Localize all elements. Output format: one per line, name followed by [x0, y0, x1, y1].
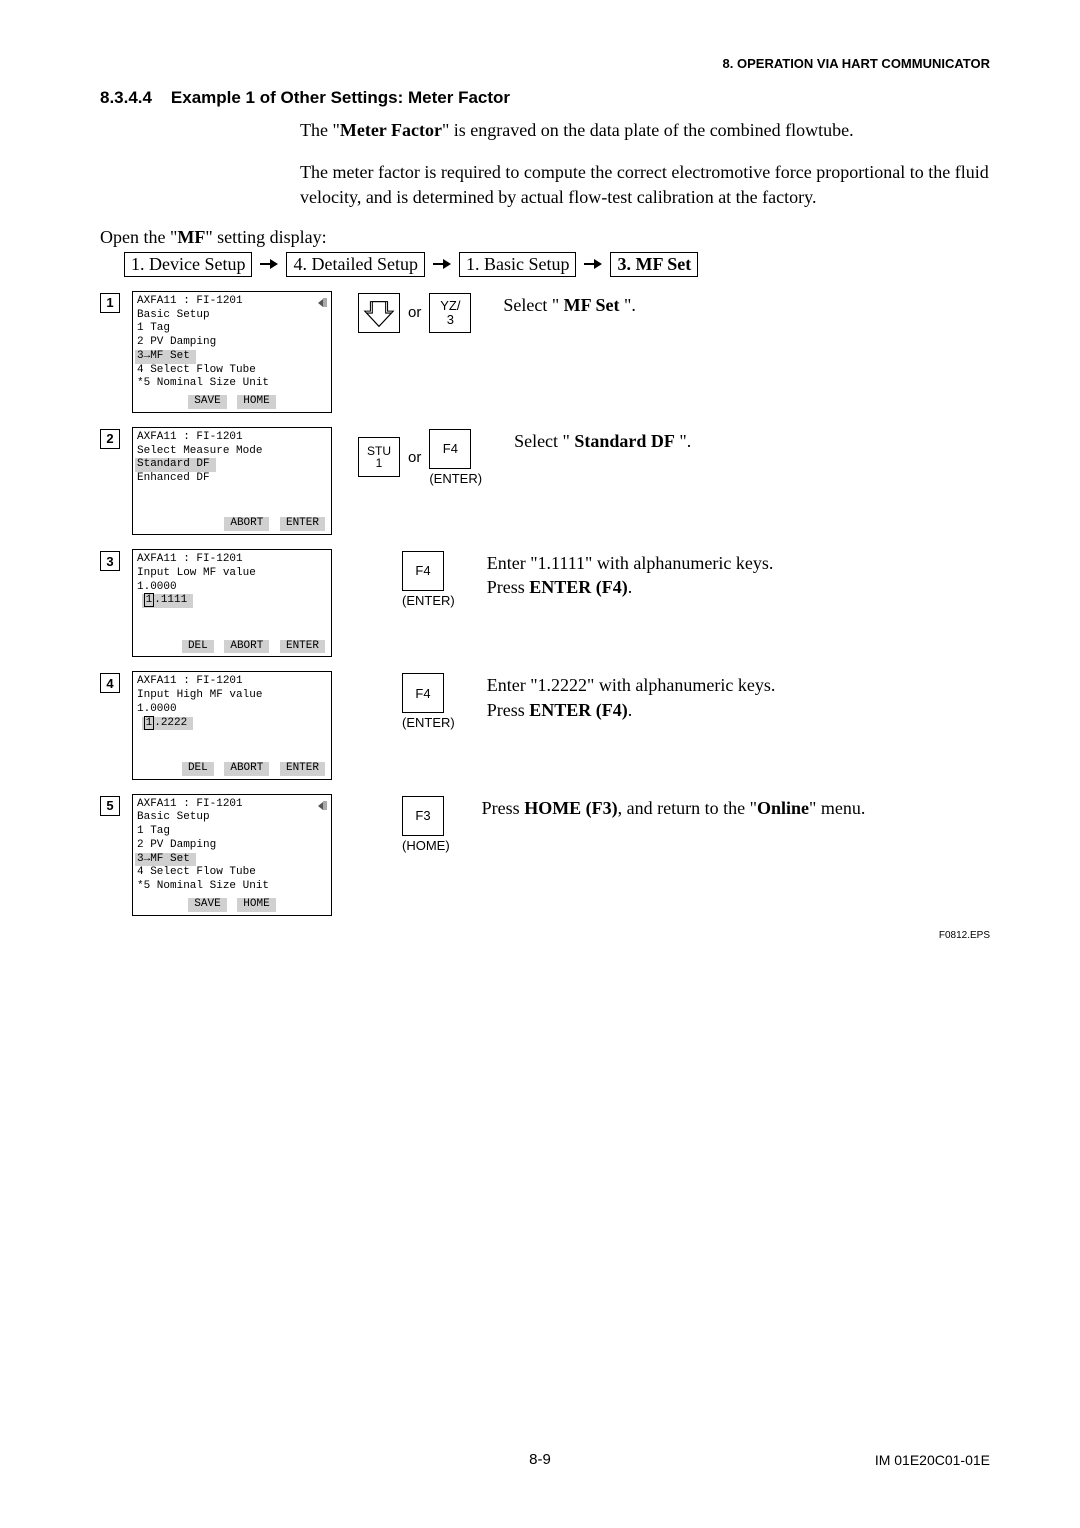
scroll-indicator-icon: [318, 799, 328, 811]
scroll-indicator-icon: [318, 296, 328, 308]
step-desc: Select " Standard DF ".: [514, 429, 691, 453]
hart-screen: AXFA11 : FI-1201 Input Low MF value 1.00…: [132, 549, 332, 657]
key-f4: F4: [402, 551, 444, 591]
key-sublabel: (ENTER): [402, 715, 455, 730]
key-actions: F4 (ENTER): [402, 673, 455, 730]
step-row-4: 4 AXFA11 : FI-1201 Input High MF value 1…: [100, 671, 990, 779]
softkey-del: DEL: [182, 640, 214, 654]
step-desc: Enter "1.1111" with alphanumeric keys. P…: [487, 551, 774, 600]
step-desc: Select " MF Set ".: [503, 293, 636, 317]
key-f4: F4: [402, 673, 444, 713]
input-value: 1.2222: [142, 717, 194, 731]
step-number: 5: [100, 796, 120, 816]
chapter-header: 8. OPERATION VIA HART COMMUNICATOR: [723, 56, 990, 71]
softkey-row: DEL ABORT ENTER: [137, 762, 327, 776]
para-1: The "Meter Factor" is engraved on the da…: [300, 118, 990, 142]
softkey-save: SAVE: [188, 395, 226, 409]
key-stu1: STU 1: [358, 437, 400, 477]
step-row-5: 5 AXFA11 : FI-1201 Basic Setup 1 Tag 2 P…: [100, 794, 990, 916]
softkey-save: SAVE: [188, 898, 226, 912]
softkey-home: HOME: [237, 898, 275, 912]
key-actions: STU 1 or F4 (ENTER): [358, 429, 482, 486]
softkey-enter: ENTER: [280, 762, 325, 776]
step-number: 2: [100, 429, 120, 449]
arrow-icon: [584, 259, 602, 269]
bc-basic-setup: 1. Basic Setup: [459, 252, 577, 277]
key-actions: F3 (HOME): [402, 796, 450, 853]
step-row-3: 3 AXFA11 : FI-1201 Input Low MF value 1.…: [100, 549, 990, 657]
arrow-icon: [433, 259, 451, 269]
section-heading: 8.3.4.4 Example 1 of Other Settings: Met…: [100, 88, 990, 108]
key-actions: or YZ/ 3: [358, 293, 471, 333]
key-f4: F4: [429, 429, 471, 469]
key-f3: F3: [402, 796, 444, 836]
arrow-icon: [260, 259, 278, 269]
softkey-enter: ENTER: [280, 517, 325, 531]
step-number: 3: [100, 551, 120, 571]
softkey-del: DEL: [182, 762, 214, 776]
para-2: The meter factor is required to compute …: [300, 160, 990, 209]
or-label: or: [408, 449, 421, 466]
step-row-2: 2 AXFA11 : FI-1201 Select Measure Mode S…: [100, 427, 990, 535]
down-arrow-key-icon: [358, 293, 400, 333]
section-title: Example 1 of Other Settings: Meter Facto…: [171, 88, 510, 107]
key-sublabel: (ENTER): [402, 593, 455, 608]
key-sublabel: (ENTER): [429, 471, 482, 486]
step-desc: Press HOME (F3), and return to the "Onli…: [482, 796, 866, 820]
step-number: 1: [100, 293, 120, 313]
selected-item: Standard DF: [135, 458, 216, 472]
figure-label: F0812.EPS: [939, 930, 990, 941]
softkey-row: DEL ABORT ENTER: [137, 640, 327, 654]
softkey-abort: ABORT: [224, 640, 269, 654]
input-value: 1.1111: [142, 594, 194, 608]
key-actions: F4 (ENTER): [402, 551, 455, 608]
softkey-abort: ABORT: [224, 517, 269, 531]
softkey-home: HOME: [237, 395, 275, 409]
key-sublabel: (HOME): [402, 838, 450, 853]
selected-item: 3→MF Set: [135, 350, 196, 364]
hart-screen: AXFA11 : FI-1201 Basic Setup 1 Tag 2 PV …: [132, 794, 332, 916]
doc-number: IM 01E20C01-01E: [875, 1452, 990, 1468]
softkey-row: SAVE HOME: [137, 395, 327, 409]
softkey-row: ABORT ENTER: [137, 517, 327, 531]
softkey-abort: ABORT: [224, 762, 269, 776]
bc-device-setup: 1. Device Setup: [124, 252, 252, 277]
step-number: 4: [100, 673, 120, 693]
hart-screen: AXFA11 : FI-1201 Input High MF value 1.0…: [132, 671, 332, 779]
step-desc: Enter "1.2222" with alphanumeric keys. P…: [487, 673, 776, 722]
or-label: or: [408, 304, 421, 321]
softkey-row: SAVE HOME: [137, 898, 327, 912]
softkey-enter: ENTER: [280, 640, 325, 654]
section-number: 8.3.4.4: [100, 88, 152, 107]
bc-mf-set: 3. MF Set: [610, 252, 698, 277]
step-row-1: 1 AXFA11 : FI-1201 Basic Setup 1 Tag 2 P…: [100, 291, 990, 413]
hart-screen: AXFA11 : FI-1201 Select Measure Mode Sta…: [132, 427, 332, 535]
breadcrumb: 1. Device Setup 4. Detailed Setup 1. Bas…: [124, 252, 990, 277]
open-display-line: Open the "MF" setting display:: [100, 227, 990, 248]
bc-detailed-setup: 4. Detailed Setup: [286, 252, 424, 277]
selected-item: 3→MF Set: [135, 853, 196, 867]
key-yz3: YZ/ 3: [429, 293, 471, 333]
hart-screen: AXFA11 : FI-1201 Basic Setup 1 Tag 2 PV …: [132, 291, 332, 413]
